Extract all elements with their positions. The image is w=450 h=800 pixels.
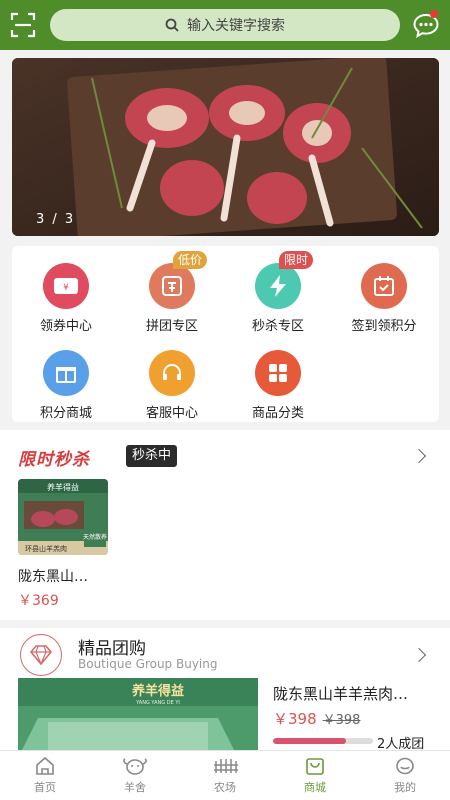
coupon-center-item[interactable]: ¥ 领券中心 [16, 263, 116, 334]
menu-label: 客服中心 [145, 406, 198, 421]
top-bar: 输入关键字搜索 [0, 0, 450, 50]
group-buy-subtitle: Boutique Group Buying [78, 657, 218, 671]
menu-label: 秒杀专区 [251, 319, 304, 334]
progress-fill [273, 738, 346, 744]
chevron-right-icon[interactable] [411, 647, 427, 663]
calendar-icon [361, 263, 407, 309]
menu-label: 领券中心 [39, 319, 92, 334]
menu-label: 积分商城 [39, 406, 92, 421]
tab-profile[interactable]: 我的 [360, 755, 450, 795]
search-input[interactable]: 输入关键字搜索 [50, 9, 400, 41]
tab-label: 我的 [394, 781, 416, 794]
headset-icon [149, 350, 195, 396]
badge-text: 天然散养 [83, 533, 107, 541]
menu-label: 商品分类 [251, 406, 304, 421]
original-price: ￥398 [322, 713, 361, 728]
points-mall-item[interactable]: 积分商城 [16, 350, 116, 421]
category-icon [255, 350, 301, 396]
promo-tag: 限时 [279, 251, 314, 269]
group-product-price: ￥398 ￥398 [273, 708, 360, 729]
gift-icon [43, 350, 89, 396]
flash-sale-section: 限时秒杀 秒杀中 养羊得益 环县山羊羔肉 天然散养 陇东黑山… ￥369 [0, 430, 450, 620]
chevron-right-icon[interactable] [411, 448, 427, 464]
tab-home[interactable]: 首页 [0, 755, 90, 795]
coupon-icon: ¥ [43, 263, 89, 309]
home-icon [36, 756, 54, 775]
banner-carousel[interactable] [12, 58, 439, 236]
product-price: ￥369 [18, 593, 59, 609]
brand-text: 养羊得益 [131, 683, 184, 699]
tab-label: 羊舍 [124, 781, 146, 794]
tab-farm[interactable]: 农场 [180, 755, 270, 795]
brand-subtext: YANG YANG DE YI [135, 700, 180, 706]
tab-mall[interactable]: 商城 [270, 755, 360, 795]
product-image[interactable]: 养羊得益 环县山羊羔肉 天然散养 [18, 479, 108, 555]
group-product-name[interactable]: 陇东黑山羊羊羔肉… [273, 683, 408, 704]
caption-text: 环县山羊羔肉 [25, 544, 67, 553]
group-buy-section: 精品团购 Boutique Group Buying 养羊得益 YANG YAN… [0, 628, 450, 758]
svg-text:¥: ¥ [63, 283, 69, 293]
search-icon [165, 18, 179, 32]
group-buy-title: 精品团购 [78, 639, 146, 659]
unread-dot [430, 10, 438, 18]
profile-icon [396, 757, 414, 775]
group-buy-item[interactable]: 低价 拼团专区 [122, 251, 222, 334]
tab-label: 农场 [214, 781, 236, 794]
flash-sale-title: 限时秒杀 [18, 450, 90, 470]
mall-icon [306, 758, 324, 775]
group-progress-bar [273, 738, 373, 744]
sign-in-item[interactable]: 签到领积分 [334, 263, 434, 334]
brand-text: 养羊得益 [47, 482, 79, 492]
tab-label: 商城 [304, 781, 326, 794]
flash-icon: 限时 [255, 251, 314, 309]
feature-menu: ¥ 领券中心 低价 拼团专区 限时 秒杀专区 签到领积分 积分商城 客服中心 商… [12, 246, 439, 422]
promo-tag: 低价 [173, 251, 208, 269]
menu-label: 签到领积分 [351, 319, 417, 334]
menu-label: 拼团专区 [145, 319, 198, 334]
flash-sale-status: 秒杀中 [126, 445, 178, 467]
tab-sheepfold[interactable]: 羊舍 [90, 755, 180, 795]
diamond-icon [20, 634, 62, 676]
farm-icon [214, 759, 238, 773]
banner-indicator: 3 / 3 [36, 212, 76, 227]
flash-sale-item[interactable]: 限时 秒杀专区 [228, 251, 328, 334]
group-buy-icon: 低价 [149, 251, 208, 309]
tab-label: 首页 [34, 781, 56, 794]
lamb-chops-image [12, 58, 439, 236]
customer-service-item[interactable]: 客服中心 [122, 350, 222, 421]
current-price: ￥398 [273, 710, 317, 728]
group-product-image[interactable]: 养羊得益 YANG YANG DE YI [18, 678, 258, 758]
category-item[interactable]: 商品分类 [228, 350, 328, 421]
bottom-tab-bar: 首页 羊舍 农场 商城 我的 [0, 750, 450, 800]
message-button[interactable] [411, 10, 441, 40]
sheep-icon [123, 758, 147, 775]
search-placeholder: 输入关键字搜索 [187, 18, 285, 34]
scan-icon[interactable] [10, 12, 36, 38]
product-name[interactable]: 陇东黑山… [18, 566, 88, 586]
